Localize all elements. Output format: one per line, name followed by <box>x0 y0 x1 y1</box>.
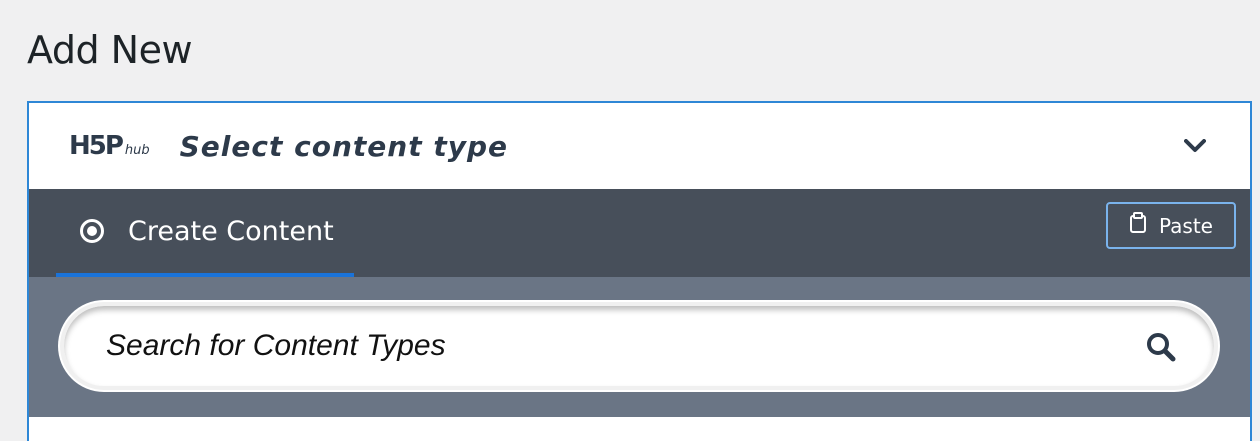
clipboard-icon <box>1129 212 1147 239</box>
h5p-logo-text: H5P <box>69 131 124 161</box>
hub-title: Select content type <box>179 129 508 163</box>
paste-label: Paste <box>1159 213 1213 238</box>
search-placeholder: Search for Content Types <box>106 329 446 362</box>
chevron-down-icon[interactable] <box>1182 133 1208 159</box>
tab-bar: Create Content Paste <box>29 189 1250 277</box>
search-area: Search for Content Types <box>29 277 1250 417</box>
hub-logo-subtext: hub <box>124 143 150 158</box>
tab-create-content[interactable]: Create Content <box>56 189 354 277</box>
content-list-area <box>29 417 1250 441</box>
hub-header[interactable]: H5P hub Select content type <box>29 103 1250 189</box>
search-input[interactable]: Search for Content Types <box>60 302 1218 390</box>
h5p-hub-logo: H5P hub <box>69 131 150 161</box>
paste-button[interactable]: Paste <box>1106 202 1236 249</box>
h5p-hub-panel: H5P hub Select content type Create Conte… <box>27 101 1252 441</box>
search-icon[interactable] <box>1146 332 1176 362</box>
page-title: Add New <box>27 28 193 72</box>
radio-selected-icon <box>80 219 104 243</box>
tab-label: Create Content <box>128 215 334 247</box>
